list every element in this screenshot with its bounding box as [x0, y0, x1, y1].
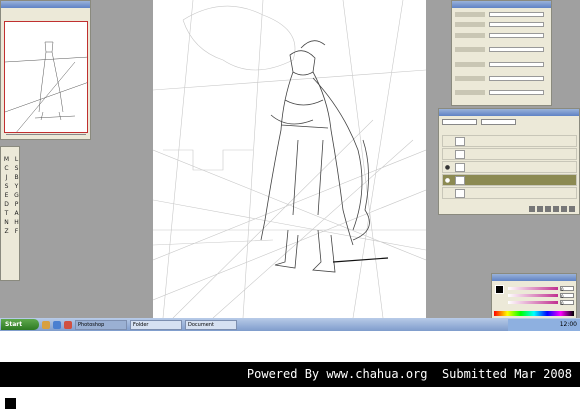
brush-option-row[interactable]	[455, 46, 544, 52]
crop-tool-icon[interactable]: C	[2, 165, 11, 173]
layer-row-selected[interactable]: ●	[442, 174, 577, 186]
quicklaunch-icon[interactable]	[42, 320, 50, 329]
eye-icon[interactable]: ●	[443, 177, 452, 184]
sketch-artwork	[153, 0, 426, 318]
layer-row[interactable]	[442, 135, 577, 147]
start-button[interactable]: Start	[1, 319, 39, 330]
color-slider-b[interactable]	[508, 301, 558, 304]
layers-controls	[442, 119, 516, 125]
quicklaunch-icon[interactable]	[64, 320, 72, 329]
brush-option-row[interactable]	[455, 89, 544, 95]
layer-style-icon[interactable]	[529, 206, 535, 212]
drawing-canvas[interactable]	[153, 0, 426, 318]
type-tool-icon[interactable]: T	[2, 210, 11, 218]
brush-option-row[interactable]	[455, 32, 544, 38]
taskbar-button-photoshop[interactable]: Photoshop	[75, 319, 127, 330]
marquee-tool-icon[interactable]: M	[2, 156, 11, 164]
lasso-tool-icon[interactable]: L	[12, 156, 21, 164]
layer-row[interactable]	[442, 187, 577, 199]
layer-buttons	[529, 206, 575, 212]
layer-thumbnail	[455, 162, 465, 172]
path-select-tool-icon[interactable]: A	[12, 210, 21, 218]
navigator-titlebar[interactable]	[1, 1, 90, 8]
opacity-field[interactable]	[481, 119, 516, 125]
heal-tool-icon[interactable]: J	[2, 174, 11, 182]
layer-thumbnail	[455, 175, 465, 185]
layers-palette[interactable]: ● ●	[438, 108, 580, 215]
color-slider-g[interactable]	[508, 294, 558, 297]
photoshop-workspace: M L C S J B S Y E G D P T A N H Z F ● ● …	[0, 0, 580, 410]
gradient-tool-icon[interactable]: G	[12, 192, 21, 200]
color-slider-r[interactable]	[508, 287, 558, 290]
color-value-r[interactable]: 0	[560, 286, 574, 292]
layers-titlebar[interactable]	[439, 109, 579, 116]
navigator-palette[interactable]	[0, 0, 91, 140]
brush-option-row[interactable]	[455, 11, 544, 17]
stamp-tool-icon[interactable]: S	[2, 183, 11, 191]
quicklaunch-icon[interactable]	[53, 320, 61, 329]
color-ramp[interactable]	[494, 311, 574, 316]
brush-options-palette[interactable]	[451, 0, 552, 106]
zoom-tool-icon[interactable]: Z	[2, 228, 11, 236]
history-brush-tool-icon[interactable]: Y	[12, 183, 21, 191]
layer-thumbnail	[455, 149, 465, 159]
layer-thumbnail	[455, 188, 465, 198]
slice-tool-icon[interactable]: S	[12, 165, 21, 173]
brush-option-row[interactable]	[455, 61, 544, 67]
eyedropper-tool-icon[interactable]: F	[12, 228, 21, 236]
eraser-tool-icon[interactable]: E	[2, 192, 11, 200]
thumbnail-artwork	[5, 41, 87, 132]
navigator-zoom-slider[interactable]	[6, 134, 86, 139]
toolbox-palette[interactable]: M L C S J B S Y E G D P T A N H Z F	[0, 146, 21, 410]
layer-mask-icon[interactable]	[537, 206, 543, 212]
color-titlebar[interactable]	[492, 274, 576, 281]
color-value-b[interactable]: 0	[560, 300, 574, 306]
pen-tool-icon[interactable]: P	[12, 201, 21, 209]
dodge-tool-icon[interactable]: D	[2, 201, 11, 209]
eye-icon[interactable]: ●	[443, 164, 452, 171]
brush-option-row[interactable]	[455, 75, 544, 81]
navigator-thumbnail[interactable]	[4, 21, 88, 133]
taskbar-button-folder[interactable]: Folder	[130, 319, 182, 330]
foreground-color-swatch[interactable]	[4, 397, 17, 410]
new-layer-icon[interactable]	[561, 206, 567, 212]
layer-thumbnail	[455, 136, 465, 146]
windows-taskbar: Start Photoshop Folder Document 12:00	[0, 318, 580, 331]
notes-tool-icon[interactable]: N	[2, 219, 11, 227]
system-tray: 12:00	[508, 318, 580, 331]
layer-row[interactable]: ●	[442, 161, 577, 173]
brush-tool-icon[interactable]: B	[12, 174, 21, 182]
color-value-g[interactable]: 0	[560, 293, 574, 299]
clock: 12:00	[559, 321, 577, 328]
footer-credit: Powered By www.chahua.org Submitted Mar …	[0, 362, 580, 387]
brush-options-titlebar[interactable]	[452, 1, 551, 8]
color-swatch[interactable]	[495, 285, 504, 294]
color-palette[interactable]: 0 0 0	[491, 273, 577, 319]
blend-mode-select[interactable]	[442, 119, 477, 125]
taskbar-button-document[interactable]: Document	[185, 319, 237, 330]
trash-icon[interactable]	[569, 206, 575, 212]
brush-option-row[interactable]	[455, 21, 544, 27]
layer-row[interactable]	[442, 148, 577, 160]
hand-tool-icon[interactable]: H	[12, 219, 21, 227]
new-set-icon[interactable]	[545, 206, 551, 212]
adjustment-layer-icon[interactable]	[553, 206, 559, 212]
